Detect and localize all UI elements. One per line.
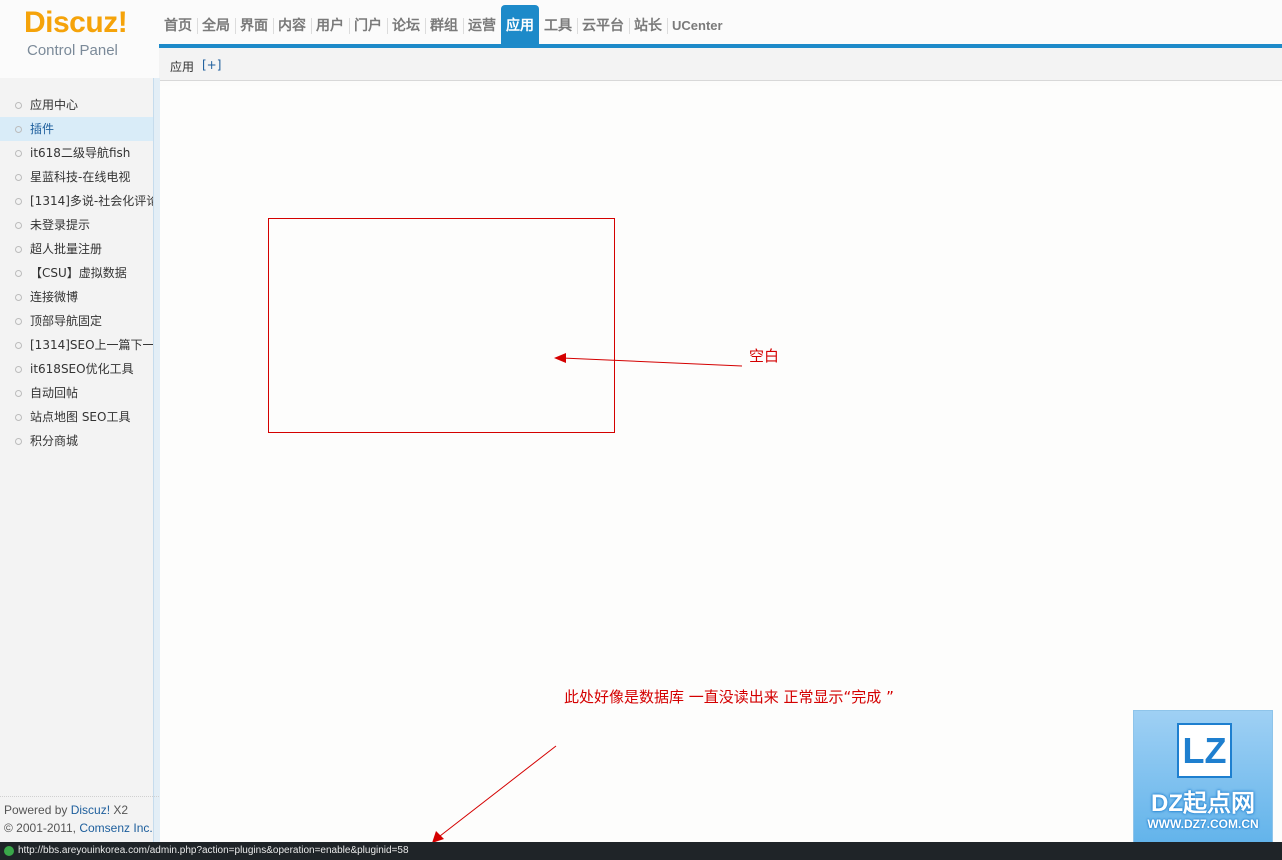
nav-tab-8[interactable]: 运营 [463,5,501,44]
sidebar-item-label: 星蓝科技-在线电视 [30,170,131,184]
nav-tab-12[interactable]: 站长 [629,5,667,44]
copyright-prefix: © 2001-2011, [4,821,80,835]
watermark-letters: LZ [1182,730,1227,771]
sidebar-item-label: 【CSU】虚拟数据 [30,266,127,280]
nav-tab-1[interactable]: 全局 [197,5,235,44]
sidebar-item[interactable]: 站点地图 SEO工具 [0,405,153,429]
powered-by-line: Powered by Discuz! X2 [0,801,159,819]
bullet-icon [15,150,22,157]
sidebar-item-label: it618SEO优化工具 [30,362,134,376]
bullet-icon [15,126,22,133]
logo-subtitle: Control Panel [27,42,118,59]
bullet-icon [15,414,22,421]
sidebar-item-label: 积分商城 [30,434,79,448]
top-nav-list: 首页 全局 界面 内容 用户 门户 论坛 群组 运营 应用 工具 云平台 站长 UCenter [159,5,728,44]
sidebar-item[interactable]: 未登录提示 [0,213,153,237]
sidebar-item-label: 自动回帖 [30,386,79,400]
nav-tab-5[interactable]: 门户 [349,5,387,44]
top-navigation: 首页 全局 界面 内容 用户 门户 论坛 群组 运营 应用 工具 云平台 站长 UCenter [159,0,1282,44]
powered-version: X2 [110,803,129,817]
nav-tab-0[interactable]: 首页 [159,5,197,44]
nav-tab-4[interactable]: 用户 [311,5,349,44]
bullet-icon [15,366,22,373]
nav-tab-13[interactable]: UCenter [667,5,728,44]
nav-tab-10[interactable]: 工具 [539,5,577,44]
annotation-blank-label: 空白 [749,347,780,365]
sidebar-item[interactable]: 超人批量注册 [0,237,153,261]
bullet-icon [15,342,22,349]
breadcrumb: 应用 [+] [159,48,1282,81]
watermark-url: WWW.DZ7.COM.CN [1147,817,1259,831]
copyright-company-link[interactable]: Comsenz Inc. [79,821,152,835]
sidebar-item[interactable]: 插件 [0,117,153,141]
sidebar: 应用中心插件 it618二级导航fish 星蓝科技-在线电视 [1314]多说-社会化… [0,78,153,842]
sidebar-item-label: 站点地图 SEO工具 [30,410,131,424]
bullet-icon [15,318,22,325]
bullet-icon [15,174,22,181]
sidebar-item[interactable]: [1314]SEO上一篇下一篇 [0,333,153,357]
admin-window: Discuz! Control Panel 首页 全局 界面 内容 用户 门户 论坛 群组 运营… [0,0,1282,860]
sidebar-item-label: [1314]多说-社会化评论 [30,194,153,208]
nav-tab-11[interactable]: 云平台 [577,5,629,44]
copyright-line: © 2001-2011, Comsenz Inc. [0,819,159,837]
annotation-note: 此处好像是数据库 一直没读出来 正常显示“完成 ” [564,688,894,706]
powered-prefix: Powered by [4,803,71,817]
secure-check-icon [4,846,14,856]
nav-tab-7[interactable]: 群组 [425,5,463,44]
browser-status-bar: http://bbs.areyouinkorea.com/admin.php?a… [0,842,1282,860]
nav-tab-3[interactable]: 内容 [273,5,311,44]
sidebar-item[interactable]: 连接微博 [0,285,153,309]
sidebar-item[interactable]: 积分商城 [0,429,153,453]
nav-tab-2[interactable]: 界面 [235,5,273,44]
footer-credits: Powered by Discuz! X2 © 2001-2011, Comse… [0,796,159,837]
watermark-title: DZ起点网 [1151,790,1255,817]
powered-brand-link[interactable]: Discuz! [71,803,110,817]
bullet-icon [15,390,22,397]
sidebar-item[interactable]: it618二级导航fish [0,141,153,165]
logo-title: Discuz! [24,6,128,39]
sidebar-menu: 应用中心插件 it618二级导航fish 星蓝科技-在线电视 [1314]多说-社会化… [0,93,153,453]
sidebar-item-label: 未登录提示 [30,218,91,232]
sidebar-item[interactable]: 应用中心 [0,93,153,117]
nav-tab-6[interactable]: 论坛 [387,5,425,44]
bullet-icon [15,438,22,445]
breadcrumb-title: 应用 [170,60,195,74]
sidebar-item[interactable]: 顶部导航固定 [0,309,153,333]
sidebar-item-label: 连接微博 [30,290,79,304]
logo[interactable]: Discuz! Control Panel [0,0,159,78]
watermark-lz-icon: LZ [1177,723,1232,778]
sidebar-item-label: it618二级导航fish [30,146,131,160]
blank-region-highlight [268,218,615,433]
sidebar-item-label: 超人批量注册 [30,242,103,256]
bullet-icon [15,294,22,301]
sidebar-item-label: 插件 [30,122,55,136]
sidebar-item[interactable]: 星蓝科技-在线电视 [0,165,153,189]
sidebar-item[interactable]: 【CSU】虚拟数据 [0,261,153,285]
nav-tab-9[interactable]: 应用 [501,5,539,44]
watermark-logo: LZ DZ起点网 WWW.DZ7.COM.CN [1133,710,1273,852]
sidebar-item-label: [1314]SEO上一篇下一篇 [30,338,153,352]
main-content-area [160,86,1282,842]
bullet-icon [15,198,22,205]
sidebar-item[interactable]: 自动回帖 [0,381,153,405]
sidebar-item-label: 顶部导航固定 [30,314,103,328]
sidebar-item[interactable]: it618SEO优化工具 [0,357,153,381]
sidebar-item[interactable]: [1314]多说-社会化评论 [0,189,153,213]
sidebar-divider [153,78,160,842]
status-url: http://bbs.areyouinkorea.com/admin.php?a… [18,845,409,856]
bullet-icon [15,102,22,109]
bullet-icon [15,246,22,253]
bullet-icon [15,222,22,229]
bullet-icon [15,270,22,277]
sidebar-item-label: 应用中心 [30,98,79,112]
breadcrumb-add-link[interactable]: [+] [202,58,221,72]
